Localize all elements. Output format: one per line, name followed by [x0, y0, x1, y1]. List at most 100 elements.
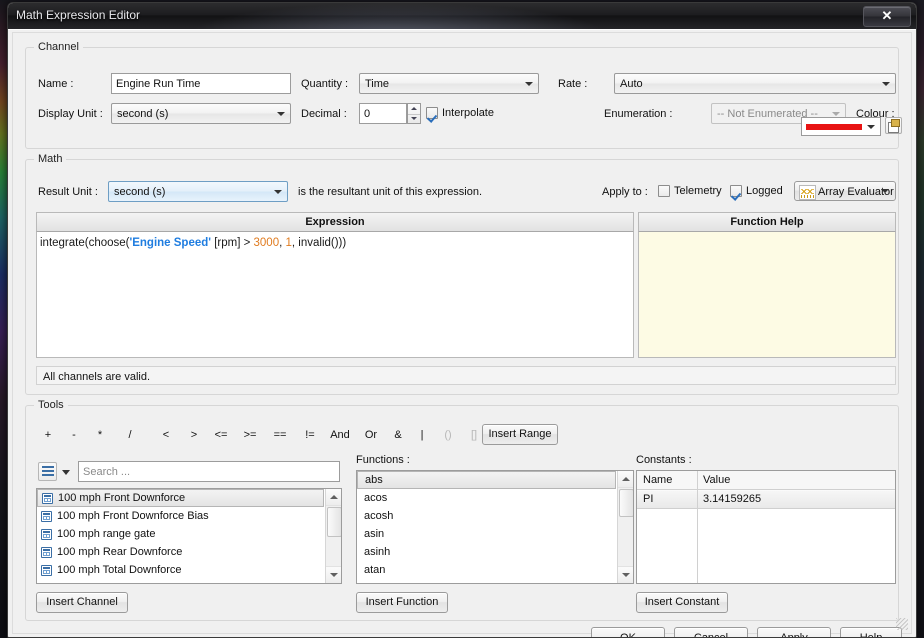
- tools-group: Tools + - * / < > <= >= == != And Or & | () [] Insert R…: [25, 399, 899, 621]
- expression-editor[interactable]: integrate(choose('Engine Speed' [rpm] > …: [36, 232, 634, 358]
- operator-button-[interactable]: -: [64, 427, 84, 443]
- function-list-item[interactable]: asin: [357, 525, 616, 543]
- operator-button-[interactable]: *: [90, 427, 110, 443]
- scrollbar-thumb[interactable]: [619, 489, 633, 517]
- insert-channel-button[interactable]: Insert Channel: [36, 592, 128, 613]
- operator-button-[interactable]: !=: [300, 427, 320, 443]
- telemetry-checkbox[interactable]: Telemetry: [658, 185, 722, 197]
- function-list-item[interactable]: asinh: [357, 543, 616, 561]
- chevron-down-icon: [881, 189, 889, 193]
- channel-list-scrollbar[interactable]: [325, 489, 341, 583]
- channel-group: Channel Name : Engine Run Time Quantity …: [25, 41, 899, 149]
- search-input[interactable]: Search ...: [78, 461, 340, 482]
- functions-label: Functions :: [356, 454, 410, 466]
- waveform-icon: [799, 185, 816, 200]
- function-list-item-label: acos: [364, 492, 388, 504]
- insert-function-button[interactable]: Insert Function: [356, 592, 448, 613]
- channel-list-item[interactable]: 100 mph Total Downforce: [37, 561, 324, 579]
- function-list-item[interactable]: abs: [357, 471, 616, 489]
- expr-channel-token: 'Engine Speed': [129, 237, 212, 249]
- operator-button-[interactable]: <=: [211, 427, 231, 443]
- channel-icon: [41, 546, 52, 558]
- operator-button-[interactable]: |: [412, 427, 432, 443]
- window-title: Math Expression Editor: [16, 8, 141, 22]
- display-unit-label: Display Unit :: [38, 108, 103, 120]
- titlebar-highlight: [188, 3, 608, 29]
- function-list-item[interactable]: atan2: [357, 579, 616, 583]
- quantity-label: Quantity :: [301, 78, 349, 90]
- cancel-button[interactable]: Cancel: [674, 627, 748, 637]
- channel-listbox[interactable]: 100 mph Front Downforce 100 mph Front Dow…: [36, 488, 342, 584]
- logged-label: Logged: [746, 185, 783, 197]
- stepper-down[interactable]: [408, 115, 420, 125]
- constants-grid[interactable]: Name Value PI 3.14159265: [636, 470, 896, 584]
- title-bar[interactable]: Math Expression Editor ✕: [8, 3, 916, 30]
- apply-button[interactable]: Apply: [757, 627, 831, 637]
- operator-button-[interactable]: ==: [270, 427, 290, 443]
- help-button[interactable]: Help: [840, 627, 902, 637]
- function-list-item-label: atan2: [364, 579, 392, 583]
- insert-range-button[interactable]: Insert Range: [482, 424, 558, 445]
- constants-row[interactable]: PI 3.14159265: [637, 490, 895, 509]
- channel-list-item[interactable]: 100 mph Front Downforce Bias: [37, 507, 324, 525]
- display-unit-combobox[interactable]: second (s): [111, 103, 291, 124]
- channel-view-toggle[interactable]: [38, 462, 57, 481]
- quantity-combobox[interactable]: Time: [359, 73, 539, 94]
- operator-button-: []: [470, 429, 478, 441]
- channel-list-item[interactable]: 100 mph Rear Downforce: [37, 543, 324, 561]
- functions-listbox[interactable]: abs acos acosh asin asinh atan atan2: [356, 470, 634, 584]
- operator-button-And[interactable]: And: [330, 427, 350, 443]
- scrollbar-thumb[interactable]: [327, 507, 341, 537]
- channel-list-item[interactable]: 120 mph Front Downforce: [37, 579, 324, 583]
- operator-button-[interactable]: >: [184, 427, 204, 443]
- channel-name-input[interactable]: Engine Run Time: [111, 73, 291, 94]
- channel-icon: [41, 528, 52, 540]
- insert-constant-button[interactable]: Insert Constant: [636, 592, 728, 613]
- channel-list-item[interactable]: 100 mph range gate: [37, 525, 324, 543]
- function-help-panel: [638, 232, 896, 358]
- scroll-down-arrow[interactable]: [326, 566, 341, 583]
- ok-button[interactable]: OK: [591, 627, 665, 637]
- quantity-value: Time: [365, 78, 390, 90]
- operator-button-Or[interactable]: Or: [361, 427, 381, 443]
- decimal-input[interactable]: 0: [359, 103, 407, 124]
- channel-list-item-label: 100 mph range gate: [57, 528, 156, 540]
- scroll-up-arrow[interactable]: [326, 489, 341, 506]
- operator-button-[interactable]: <: [156, 427, 176, 443]
- array-evaluator-button[interactable]: Array Evaluator: [794, 181, 896, 201]
- close-button[interactable]: ✕: [863, 6, 911, 27]
- stepper-up[interactable]: [408, 104, 420, 115]
- colour-swatch: [806, 123, 862, 130]
- rate-combobox[interactable]: Auto: [614, 73, 896, 94]
- interpolate-checkbox[interactable]: Interpolate: [426, 107, 494, 119]
- channel-list-item-label: 100 mph Rear Downforce: [57, 546, 183, 558]
- chevron-down-icon[interactable]: [62, 470, 70, 475]
- chevron-down-icon: [882, 81, 890, 86]
- resize-grip[interactable]: [896, 618, 908, 630]
- constants-column-header[interactable]: Value: [697, 471, 895, 489]
- channel-list-item[interactable]: 100 mph Front Downforce: [37, 489, 324, 507]
- name-label: Name :: [38, 78, 74, 90]
- scroll-down-arrow[interactable]: [618, 566, 633, 583]
- channel-icon: [42, 492, 53, 504]
- decimal-stepper[interactable]: [407, 103, 421, 124]
- functions-scrollbar[interactable]: [617, 471, 633, 583]
- function-list-item[interactable]: atan: [357, 561, 616, 579]
- result-unit-combobox[interactable]: second (s): [108, 181, 288, 202]
- function-list-item[interactable]: acosh: [357, 507, 616, 525]
- apply-to-label: Apply to :: [602, 186, 648, 198]
- logged-checkbox[interactable]: Logged: [730, 185, 783, 197]
- chevron-down-icon: [525, 81, 533, 86]
- operator-button-[interactable]: &: [388, 427, 408, 443]
- scroll-up-arrow[interactable]: [618, 471, 633, 488]
- colour-picker[interactable]: [801, 117, 881, 136]
- operator-button-[interactable]: /: [120, 427, 140, 443]
- operator-button-[interactable]: >=: [240, 427, 260, 443]
- function-list-item[interactable]: acos: [357, 489, 616, 507]
- constants-label: Constants :: [636, 454, 692, 466]
- channel-list-item-label: 100 mph Front Downforce: [58, 492, 186, 504]
- operator-button-[interactable]: +: [38, 427, 58, 443]
- colour-properties-icon[interactable]: [885, 117, 902, 134]
- dialog-client-area: Channel Name : Engine Run Time Quantity …: [8, 29, 916, 637]
- constants-column-header[interactable]: Name: [637, 471, 697, 489]
